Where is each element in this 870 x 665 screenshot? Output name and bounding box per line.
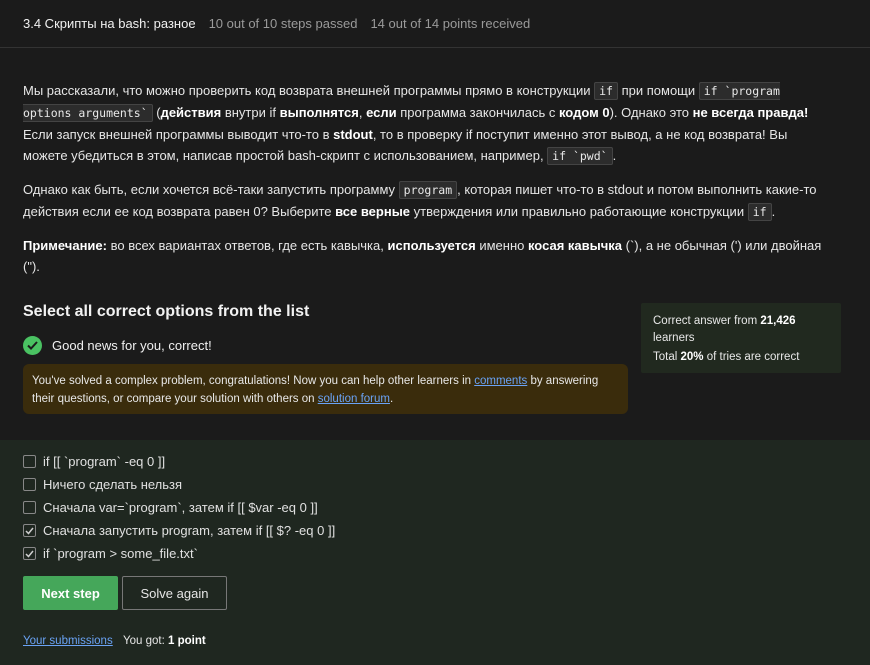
- text-span: Total: [653, 351, 681, 363]
- points-progress: 14 out of 14 points received: [370, 16, 531, 31]
- code-snippet: if: [747, 203, 772, 221]
- solved-info-box: You've solved a complex problem, congrat…: [23, 364, 628, 414]
- bold-text: stdout: [333, 127, 373, 142]
- checkbox-checked[interactable]: [23, 547, 36, 560]
- text-span: You've solved a complex problem, congrat…: [32, 375, 475, 387]
- your-submissions-link[interactable]: Your submissions: [23, 635, 113, 647]
- bold-text: используется: [387, 238, 476, 253]
- task-paragraph-2: Однако как быть, если хочется всё-таки з…: [23, 179, 831, 223]
- text-span: of tries are correct: [703, 351, 800, 363]
- text-span: внутри if: [221, 105, 280, 120]
- solution-forum-link[interactable]: solution forum: [318, 393, 390, 405]
- option-5[interactable]: if `program > some_file.txt`: [23, 546, 198, 561]
- checkmark-icon: [25, 550, 34, 558]
- checkmark-icon: [25, 527, 34, 535]
- text-span: Если запуск внешней программы выводит чт…: [23, 127, 334, 142]
- steps-progress: 10 out of 10 steps passed: [208, 16, 358, 31]
- option-label: Сначала запустить program, затем if [[ $…: [43, 523, 336, 538]
- solve-again-button[interactable]: Solve again: [122, 576, 227, 610]
- option-label: if `program > some_file.txt`: [43, 546, 198, 561]
- bold-text: выполнятся: [279, 105, 359, 120]
- text-span: .: [612, 148, 617, 163]
- text-span: Correct answer from: [653, 315, 761, 327]
- option-label: Ничего сделать нельзя: [43, 477, 183, 492]
- text-span: Мы рассказали, что можно проверить код в…: [23, 83, 595, 98]
- quiz-title: Select all correct options from the list: [23, 303, 310, 320]
- code-snippet: if: [594, 82, 618, 100]
- option-2[interactable]: Ничего сделать нельзя: [23, 477, 182, 492]
- option-label: Сначала var=`program`, затем if [[ $var …: [43, 500, 318, 515]
- stats-panel: Correct answer from 21,426 learners Tota…: [641, 303, 841, 373]
- text-span: .: [771, 204, 776, 219]
- option-label: if [[ `program` -eq 0 ]]: [43, 454, 166, 469]
- code-snippet: if `pwd`: [547, 147, 613, 165]
- checkbox[interactable]: [23, 478, 36, 491]
- next-step-button[interactable]: Next step: [23, 576, 118, 610]
- checkbox-checked[interactable]: [23, 524, 36, 537]
- correct-message: Good news for you, correct!: [52, 338, 212, 353]
- text-span: (: [152, 105, 161, 120]
- bold-text: не всегда правда!: [692, 105, 809, 120]
- tries-stat: Total 20% of tries are correct: [653, 349, 829, 366]
- correct-percent: 20%: [680, 351, 704, 363]
- lesson-header: 3.4 Скрипты на bash: разное 10 out of 10…: [0, 0, 870, 48]
- text-span: при помощи: [617, 83, 699, 98]
- check-circle-icon: [23, 336, 42, 355]
- lesson-title[interactable]: 3.4 Скрипты на bash: разное: [23, 16, 196, 31]
- text-span: Однако как быть, если хочется всё-таки з…: [23, 182, 399, 197]
- text-span: программа закончилась с: [396, 105, 559, 120]
- task-paragraph-1: Мы рассказали, что можно проверить код в…: [23, 80, 831, 167]
- text-span: You got:: [123, 635, 168, 647]
- task-paragraph-3: Примечание: во всех вариантах ответов, г…: [23, 235, 831, 277]
- task-text: Мы рассказали, что можно проверить код в…: [23, 80, 831, 289]
- text-span: ). Однако это: [609, 105, 693, 120]
- bold-text: косая кавычка: [527, 238, 623, 253]
- score-text: You got: 1 point: [123, 635, 206, 647]
- text-span: .: [389, 393, 394, 405]
- bold-text: кодом 0: [558, 105, 610, 120]
- code-snippet: program: [398, 181, 458, 199]
- comments-link[interactable]: comments: [474, 375, 527, 387]
- checkbox[interactable]: [23, 501, 36, 514]
- text-span: learners: [653, 332, 695, 344]
- score-value: 1 point: [167, 635, 206, 647]
- bold-text: действия: [160, 105, 222, 120]
- text-span: утверждения или правильно работающие кон…: [410, 204, 748, 219]
- text-span: именно: [475, 238, 528, 253]
- checkbox[interactable]: [23, 455, 36, 468]
- option-1[interactable]: if [[ `program` -eq 0 ]]: [23, 454, 165, 469]
- bold-text: Примечание:: [23, 238, 107, 253]
- option-4[interactable]: Сначала запустить program, затем if [[ $…: [23, 523, 335, 538]
- learners-stat: Correct answer from 21,426 learners: [653, 313, 829, 347]
- correct-feedback: Good news for you, correct!: [23, 336, 212, 355]
- text-span: во всех вариантах ответов, где есть кавы…: [106, 238, 388, 253]
- learners-count: 21,426: [760, 315, 796, 327]
- bold-text: если: [366, 105, 397, 120]
- option-3[interactable]: Сначала var=`program`, затем if [[ $var …: [23, 500, 318, 515]
- bold-text: все верные: [335, 204, 411, 219]
